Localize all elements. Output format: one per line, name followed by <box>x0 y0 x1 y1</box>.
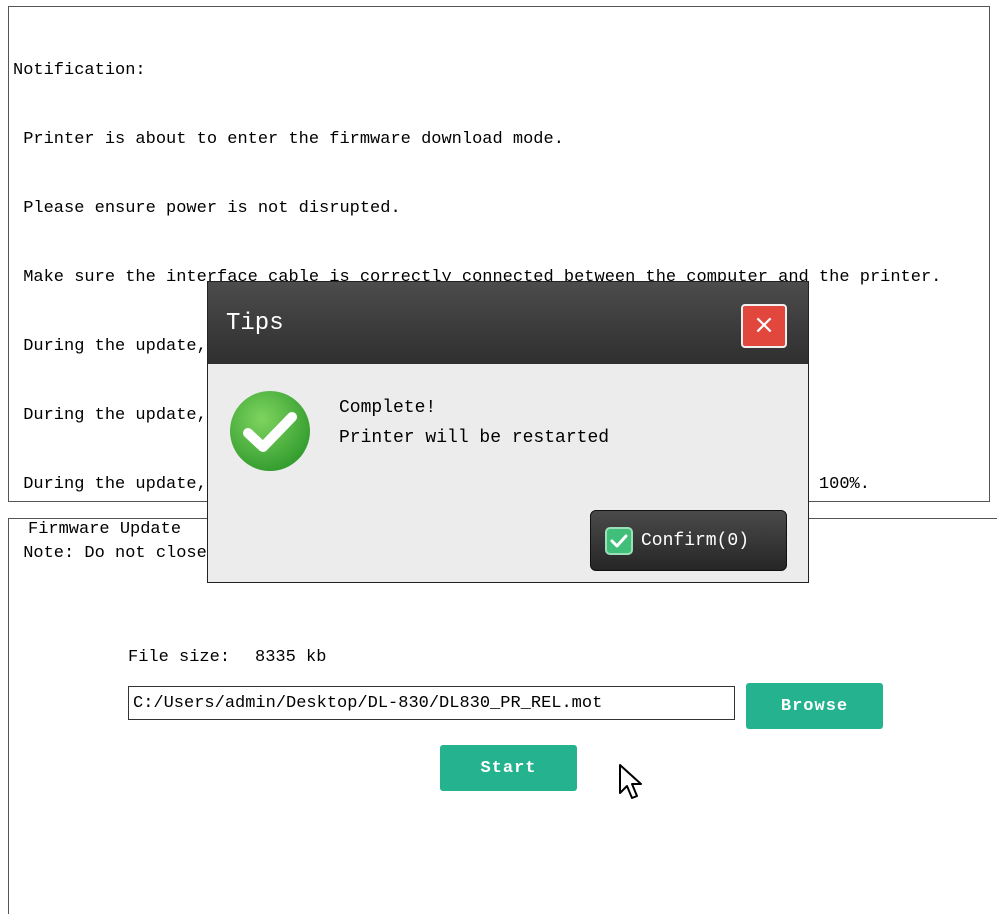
start-button[interactable]: Start <box>440 745 577 791</box>
checkmark-icon <box>605 526 633 555</box>
firmware-update-legend: Firmware Update <box>24 520 186 539</box>
tips-dialog: Tips × Complete! Printer will be restart… <box>207 281 809 583</box>
dialog-title: Tips <box>226 310 284 337</box>
notification-line: Please ensure power is not disrupted. <box>13 199 401 218</box>
dialog-message-title: Complete! <box>339 398 437 418</box>
close-button[interactable]: × <box>741 304 787 348</box>
file-size-value: 8335 kb <box>255 648 327 667</box>
browse-button[interactable]: Browse <box>746 683 883 729</box>
mouse-cursor-icon <box>619 764 642 799</box>
success-check-icon <box>230 391 310 471</box>
file-size-label: File size: <box>128 648 231 667</box>
notification-line: Printer is about to enter the firmware d… <box>13 130 564 149</box>
confirm-label: Confirm(0) <box>641 530 750 551</box>
dialog-message-body: Printer will be restarted <box>339 428 610 448</box>
file-path-input[interactable] <box>128 686 735 720</box>
confirm-button[interactable]: Confirm(0) <box>590 510 787 571</box>
dialog-titlebar: Tips × <box>208 282 808 364</box>
notification-heading: Notification: <box>13 61 146 80</box>
